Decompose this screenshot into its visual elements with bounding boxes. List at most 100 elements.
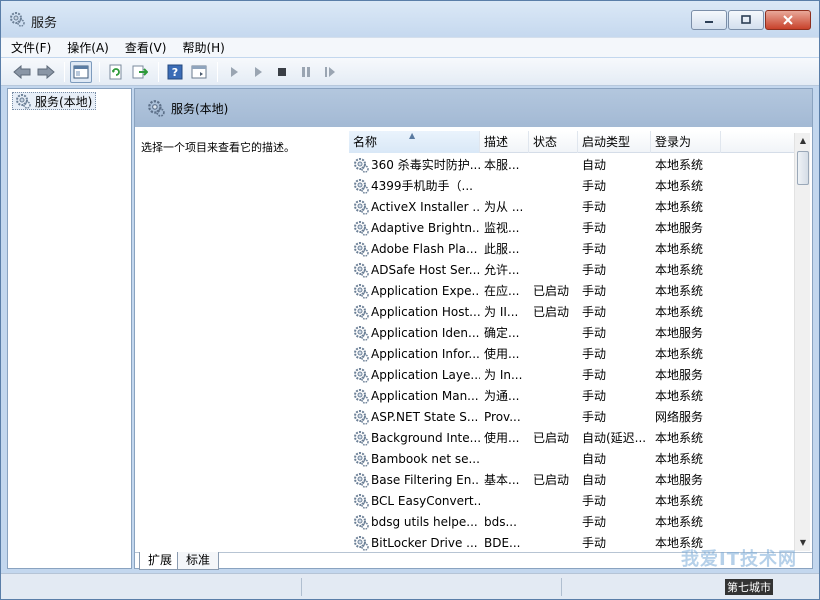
cell-startup-type: 手动 — [582, 494, 607, 508]
cell-description: 为 In... — [484, 368, 523, 382]
table-row[interactable]: bdsg utils helpe... bds... 手动 本地系统 — [349, 511, 797, 532]
services-list: ▲ 名称 描述 状态 启动类型 登录为 360 杀毒实时防护... 本服... 自动… — [349, 131, 811, 551]
cell-startup-type: 手动 — [582, 515, 607, 529]
column-header-status[interactable]: 状态 — [529, 131, 578, 153]
restart-service-button[interactable] — [319, 61, 341, 83]
column-header-row: ▲ 名称 描述 状态 启动类型 登录为 — [349, 131, 797, 153]
console-tree-icon — [73, 65, 89, 78]
table-row[interactable]: Application Host... 为 II... 已启动 手动 本地系统 — [349, 301, 797, 322]
title-bar[interactable]: 服务 — [1, 1, 819, 37]
cell-name: bdsg utils helpe... — [349, 514, 480, 530]
service-description: 选择一个项目来查看它的描述。 — [141, 141, 295, 154]
service-gear-icon — [353, 367, 369, 383]
cell-startup-type: 手动 — [582, 347, 607, 361]
cell-status: 已启动 — [533, 431, 570, 445]
cell-description: 基本... — [484, 473, 520, 487]
table-row[interactable]: 4399手机助手（... 手动 本地系统 — [349, 175, 797, 196]
table-row[interactable]: 360 杀毒实时防护... 本服... 自动 本地系统 — [349, 154, 797, 175]
service-gear-icon — [353, 325, 369, 341]
scrollbar-thumb[interactable] — [797, 151, 809, 185]
cell-startup-type: 手动 — [582, 389, 607, 403]
tree-item-services-local[interactable]: 服务(本地) — [12, 92, 97, 110]
refresh-button[interactable] — [105, 61, 127, 83]
table-row[interactable]: Application Iden... 确定... 手动 本地服务 — [349, 322, 797, 343]
table-row[interactable]: ADSafe Host Ser... 允许... 手动 本地系统 — [349, 259, 797, 280]
table-row[interactable]: Application Laye... 为 In... 手动 本地服务 — [349, 364, 797, 385]
services-gear-icon — [148, 100, 165, 117]
scroll-down-icon[interactable]: ▼ — [795, 535, 811, 551]
scroll-up-icon[interactable]: ▲ — [795, 133, 811, 149]
cell-name: Base Filtering En... — [349, 472, 480, 488]
table-row[interactable]: Application Infor... 使用... 手动 本地系统 — [349, 343, 797, 364]
cell-name: Adobe Flash Pla... — [349, 241, 480, 257]
cell-log-on-as: 本地系统 — [655, 305, 704, 319]
service-name: Application Host... — [371, 304, 480, 319]
cell-name: Application Expe... — [349, 283, 480, 299]
minimize-button[interactable] — [691, 10, 727, 30]
start-service-alt-button[interactable] — [247, 61, 269, 83]
column-header-description[interactable]: 描述 — [480, 131, 529, 153]
cell-name: Application Iden... — [349, 325, 480, 341]
menu-action[interactable]: 操作(A) — [67, 39, 109, 56]
service-gear-icon — [353, 472, 369, 488]
cell-name: ADSafe Host Ser... — [349, 262, 480, 278]
close-icon — [783, 15, 793, 25]
export-list-button[interactable] — [129, 61, 151, 83]
restart-service-icon — [325, 66, 335, 77]
cell-log-on-as: 本地系统 — [655, 242, 704, 256]
service-gear-icon — [353, 283, 369, 299]
vertical-scrollbar[interactable]: ▲ ▼ — [794, 133, 810, 551]
service-name: 4399手机助手（... — [371, 179, 473, 193]
table-row[interactable]: Application Expe... 在应... 已启动 手动 本地系统 — [349, 280, 797, 301]
console-tree-button[interactable] — [70, 60, 92, 83]
maximize-button[interactable] — [728, 10, 764, 30]
tab-extended[interactable]: 扩展 — [139, 552, 182, 570]
service-gear-icon — [353, 346, 369, 362]
service-name: ASP.NET State S... — [371, 409, 479, 424]
forward-button[interactable] — [35, 61, 57, 83]
table-row[interactable]: Adobe Flash Pla... 此服... 手动 本地系统 — [349, 238, 797, 259]
help-icon: ? — [167, 64, 183, 79]
column-header-log-on-as[interactable]: 登录为 — [651, 131, 721, 153]
column-header-name[interactable]: ▲ 名称 — [349, 131, 480, 153]
pane-header-title: 服务(本地) — [171, 101, 229, 116]
cell-name: Application Laye... — [349, 367, 480, 383]
start-service-button[interactable] — [223, 61, 245, 83]
service-name: Application Expe... — [371, 283, 480, 298]
column-header-startup-type[interactable]: 启动类型 — [578, 131, 651, 153]
cell-log-on-as: 本地系统 — [655, 515, 704, 529]
menu-view[interactable]: 查看(V) — [125, 39, 167, 56]
stop-service-button[interactable] — [271, 61, 293, 83]
cell-startup-type: 自动 — [582, 158, 607, 172]
table-row[interactable]: Adaptive Brightn... 监视... 手动 本地服务 — [349, 217, 797, 238]
service-gear-icon — [353, 220, 369, 236]
table-row[interactable]: Bambook net se... 自动 本地系统 — [349, 448, 797, 469]
tab-standard[interactable]: 标准 — [177, 552, 220, 570]
cell-name: BCL EasyConvert... — [349, 493, 480, 509]
table-row[interactable]: ASP.NET State S... Prov... 手动 网络服务 — [349, 406, 797, 427]
cell-name: Bambook net se... — [349, 451, 480, 467]
service-gear-icon — [353, 451, 369, 467]
cell-log-on-as: 本地服务 — [655, 473, 704, 487]
properties-button[interactable] — [188, 61, 210, 83]
table-row[interactable]: Base Filtering En... 基本... 已启动 自动 本地服务 — [349, 469, 797, 490]
sort-ascending-icon: ▲ — [409, 131, 416, 140]
table-row[interactable]: Background Inte... 使用... 已启动 自动(延迟... 本地系统 — [349, 427, 797, 448]
pause-service-button[interactable] — [295, 61, 317, 83]
cell-status: 已启动 — [533, 284, 570, 298]
cell-log-on-as: 本地系统 — [655, 389, 704, 403]
help-button[interactable]: ? — [164, 61, 186, 83]
table-row[interactable]: Application Man... 为通... 手动 本地系统 — [349, 385, 797, 406]
back-button[interactable] — [11, 61, 33, 83]
cell-log-on-as: 本地系统 — [655, 263, 704, 277]
table-row[interactable]: ActiveX Installer ... 为从 ... 手动 本地系统 — [349, 196, 797, 217]
cell-status: 已启动 — [533, 305, 570, 319]
cell-log-on-as: 本地系统 — [655, 200, 704, 214]
menu-help[interactable]: 帮助(H) — [182, 39, 224, 56]
service-name: Background Inte... — [371, 430, 480, 445]
close-button[interactable] — [765, 10, 811, 30]
service-name: bdsg utils helpe... — [371, 514, 478, 529]
table-row[interactable]: BCL EasyConvert... 手动 本地系统 — [349, 490, 797, 511]
service-name: BitLocker Drive ... — [371, 535, 478, 550]
menu-file[interactable]: 文件(F) — [11, 39, 51, 56]
